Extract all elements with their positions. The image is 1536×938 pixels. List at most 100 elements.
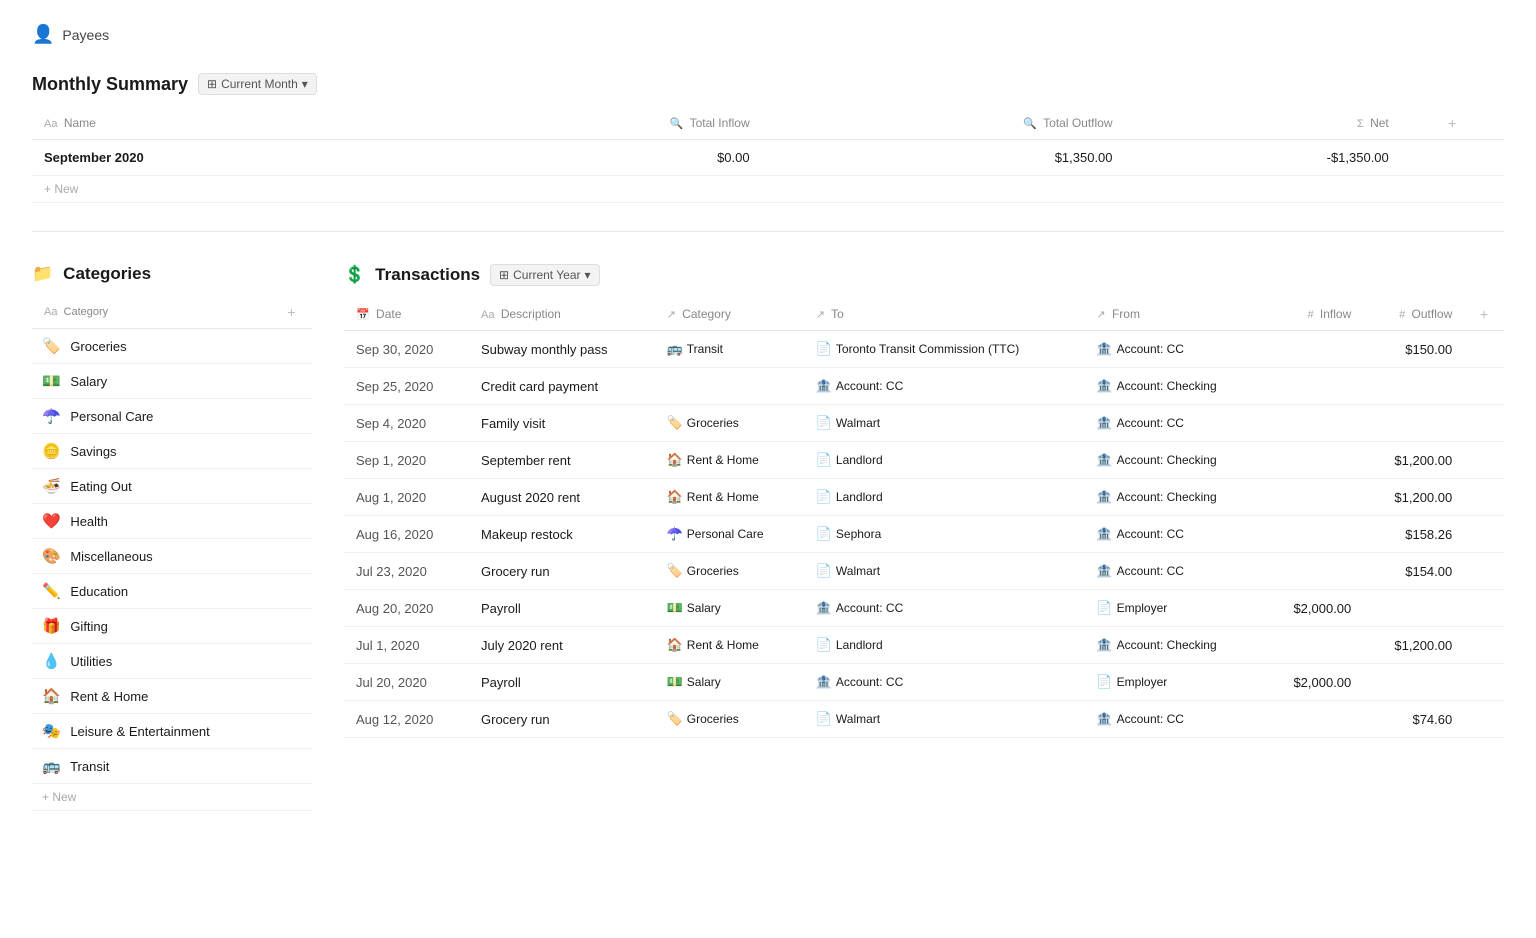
category-item[interactable]: 🪙 Savings: [32, 434, 271, 469]
summary-add-col-icon[interactable]: +: [1448, 115, 1456, 131]
txn-col-date: 📅 Date: [344, 298, 469, 331]
summary-col-add[interactable]: +: [1401, 107, 1504, 140]
category-icon: 🏷️: [42, 338, 61, 355]
category-item[interactable]: 🎨 Miscellaneous: [32, 539, 271, 574]
category-label: Transit: [70, 759, 109, 774]
category-label: Salary: [70, 374, 107, 389]
txn-category: 💵Salary: [655, 664, 804, 701]
txn-from-label: Account: CC: [1117, 527, 1184, 541]
txn-filter-icon: ⊞: [499, 268, 509, 282]
transaction-row[interactable]: Jul 23, 2020 Grocery run 🏷️Groceries 📄 W…: [344, 553, 1504, 590]
cat-col-add[interactable]: +: [271, 296, 312, 329]
txn-from-label: Employer: [1117, 675, 1168, 689]
txn-from-label: Account: Checking: [1117, 453, 1217, 467]
summary-new-row[interactable]: + New: [32, 176, 1504, 203]
category-row-plus: [271, 609, 312, 644]
chevron-down-icon: ▾: [302, 77, 308, 91]
category-item[interactable]: 🎁 Gifting: [32, 609, 271, 644]
txn-from-tag: 🏦 Account: Checking: [1096, 489, 1216, 505]
transactions-money-icon: 💲: [344, 265, 365, 285]
cat-new-label[interactable]: + New: [32, 784, 312, 811]
outflow-hash-icon: #: [1399, 309, 1405, 321]
transaction-row[interactable]: Sep 4, 2020 Family visit 🏷️Groceries 📄 W…: [344, 405, 1504, 442]
txn-from-tag: 📄 Employer: [1096, 674, 1167, 690]
category-row[interactable]: 🎁 Gifting: [32, 609, 312, 644]
txn-cat-label: Salary: [687, 675, 721, 689]
category-new-row[interactable]: + New: [32, 784, 312, 811]
transaction-row[interactable]: Sep 1, 2020 September rent 🏠Rent & Home …: [344, 442, 1504, 479]
txn-chevron-down-icon: ▾: [585, 268, 591, 282]
summary-col-net: Σ Net: [1125, 107, 1401, 140]
category-row[interactable]: ✏️ Education: [32, 574, 312, 609]
txn-outflow: [1363, 590, 1464, 627]
transaction-row[interactable]: Sep 30, 2020 Subway monthly pass 🚌Transi…: [344, 331, 1504, 368]
txn-outflow: $154.00: [1363, 553, 1464, 590]
txn-category-tag: 💵Salary: [667, 600, 721, 616]
txn-add-col-icon[interactable]: +: [1480, 306, 1488, 322]
cat-add-col-icon[interactable]: +: [287, 304, 295, 320]
txn-to-tag: 📄 Walmart: [816, 563, 880, 579]
category-row[interactable]: 🎨 Miscellaneous: [32, 539, 312, 574]
txn-to-tag: 📄 Landlord: [816, 452, 883, 468]
txn-to: 📄 Landlord: [804, 627, 1085, 664]
transactions-filter-btn[interactable]: ⊞ Current Year ▾: [490, 264, 599, 286]
category-item[interactable]: 🎭 Leisure & Entertainment: [32, 714, 271, 749]
sigma-icon: Σ: [1357, 118, 1364, 130]
cat-arrow-icon: ↗: [667, 309, 676, 321]
txn-description: Subway monthly pass: [469, 331, 655, 368]
txn-row-plus: [1464, 627, 1504, 664]
category-item[interactable]: 🍜 Eating Out: [32, 469, 271, 504]
txn-row-plus: [1464, 516, 1504, 553]
category-row[interactable]: ❤️ Health: [32, 504, 312, 539]
txn-from-label: Account: CC: [1117, 342, 1184, 356]
category-row[interactable]: 💵 Salary: [32, 364, 312, 399]
txn-cat-label: Personal Care: [687, 527, 764, 541]
transaction-row[interactable]: Jul 20, 2020 Payroll 💵Salary 🏦 Account: …: [344, 664, 1504, 701]
txn-category-tag: 🚌Transit: [667, 341, 723, 357]
monthly-summary-filter-btn[interactable]: ⊞ Current Month ▾: [198, 73, 317, 95]
txn-outflow: $158.26: [1363, 516, 1464, 553]
category-item[interactable]: ✏️ Education: [32, 574, 271, 609]
summary-net-value: -$1,350.00: [1125, 140, 1401, 176]
transaction-row[interactable]: Aug 16, 2020 Makeup restock ☂️Personal C…: [344, 516, 1504, 553]
category-item[interactable]: ❤️ Health: [32, 504, 271, 539]
category-item[interactable]: 💵 Salary: [32, 364, 271, 399]
txn-col-add[interactable]: +: [1464, 298, 1504, 331]
category-label: Rent & Home: [70, 689, 148, 704]
category-label: Personal Care: [70, 409, 153, 424]
category-row[interactable]: 🏠 Rent & Home: [32, 679, 312, 714]
category-row[interactable]: 🎭 Leisure & Entertainment: [32, 714, 312, 749]
category-row[interactable]: 💧 Utilities: [32, 644, 312, 679]
transaction-row[interactable]: Aug 1, 2020 August 2020 rent 🏠Rent & Hom…: [344, 479, 1504, 516]
name-icon: Aa: [44, 118, 57, 130]
category-item[interactable]: 🚌 Transit: [32, 749, 271, 784]
category-row[interactable]: 🏷️ Groceries: [32, 329, 312, 364]
txn-to-icon: 📄: [816, 711, 832, 727]
category-item[interactable]: 🏠 Rent & Home: [32, 679, 271, 714]
txn-from-icon: 🏦: [1096, 526, 1112, 542]
category-row[interactable]: 🪙 Savings: [32, 434, 312, 469]
category-item[interactable]: 💧 Utilities: [32, 644, 271, 679]
txn-to-icon: 📄: [816, 563, 832, 579]
txn-date: Jul 23, 2020: [344, 553, 469, 590]
category-row[interactable]: 🍜 Eating Out: [32, 469, 312, 504]
txn-category-tag: 🏠Rent & Home: [667, 637, 759, 653]
category-row[interactable]: ☂️ Personal Care: [32, 399, 312, 434]
transaction-row[interactable]: Sep 25, 2020 Credit card payment 🏦 Accou…: [344, 368, 1504, 405]
category-label: Education: [70, 584, 128, 599]
transactions-table: 📅 Date Aa Description ↗ Category ↗: [344, 298, 1504, 738]
transaction-row[interactable]: Aug 20, 2020 Payroll 💵Salary 🏦 Account: …: [344, 590, 1504, 627]
category-item[interactable]: ☂️ Personal Care: [32, 399, 271, 434]
to-arrow-icon: ↗: [816, 309, 825, 321]
txn-to-label: Toronto Transit Commission (TTC): [836, 342, 1019, 356]
txn-inflow: [1262, 701, 1363, 738]
summary-new-label[interactable]: + New: [32, 176, 1504, 203]
transaction-row[interactable]: Aug 12, 2020 Grocery run 🏷️Groceries 📄 W…: [344, 701, 1504, 738]
txn-from-icon: 🏦: [1096, 341, 1112, 357]
txn-date: Aug 20, 2020: [344, 590, 469, 627]
transaction-row[interactable]: Jul 1, 2020 July 2020 rent 🏠Rent & Home …: [344, 627, 1504, 664]
category-row-plus: [271, 574, 312, 609]
category-item[interactable]: 🏷️ Groceries: [32, 329, 271, 364]
category-row[interactable]: 🚌 Transit: [32, 749, 312, 784]
txn-category: 🏠Rent & Home: [655, 479, 804, 516]
